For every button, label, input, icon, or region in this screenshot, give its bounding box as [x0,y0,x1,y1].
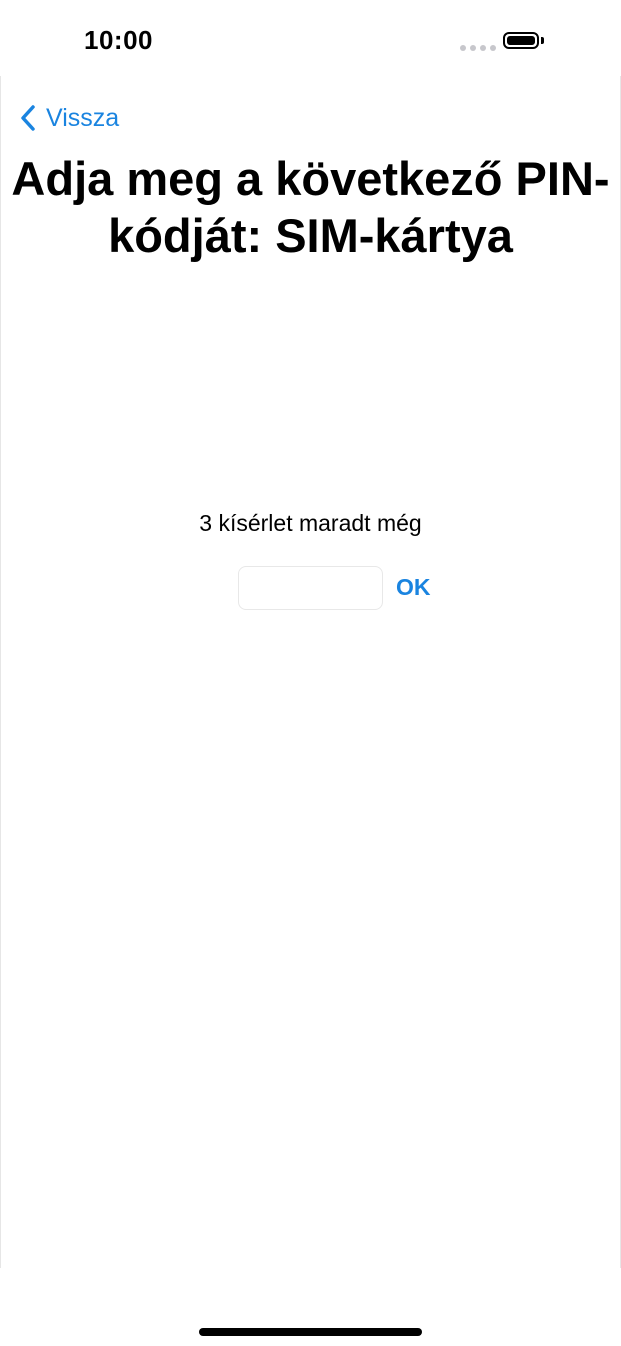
signal-icon [460,45,496,51]
attempts-remaining-text: 3 kísérlet maradt még [199,510,422,536]
chevron-left-icon [21,105,35,131]
ok-button[interactable]: OK [396,574,431,601]
home-indicator[interactable] [199,1328,422,1336]
pin-input[interactable] [238,566,383,610]
battery-cap [541,37,544,44]
back-button[interactable]: Vissza [18,100,119,136]
battery-icon [503,32,539,49]
status-time: 10:00 [84,25,153,55]
page-title: Adja meg a következő PIN-kódját: SIM-kár… [11,152,610,262]
back-label: Vissza [46,103,120,132]
status-bar: 10:00 [0,0,621,76]
